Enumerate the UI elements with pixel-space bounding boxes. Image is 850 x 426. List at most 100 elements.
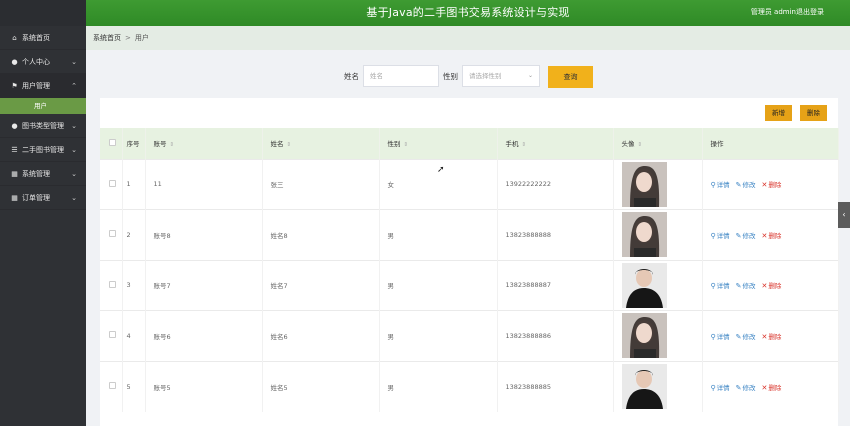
row-delete-button[interactable]: ✕删除 [762,230,782,240]
row-checkbox[interactable] [109,382,116,389]
row-delete-button[interactable]: ✕删除 [762,382,782,392]
gender-select[interactable]: 请选择性别 ⌄ [462,65,540,87]
detail-button[interactable]: ⚲详情 [711,230,730,240]
row-checkbox-cell[interactable] [100,158,123,210]
sort-icon[interactable]: ⇕ [522,142,527,148]
search-bar: 姓名 姓名 性别 请选择性别 ⌄ 查询 [86,62,850,90]
sidebar-item-home[interactable]: ⌂ 系统首页 [0,26,86,50]
cell-avatar [613,209,703,260]
row-delete-button[interactable]: ✕删除 [762,331,782,341]
detail-button[interactable]: ⚲详情 [711,331,730,341]
table-row[interactable]: 5 账号5 姓名5 男 13823888885 ⚲详情 ✎修改 ✕删除 [100,360,839,412]
col-header-gender[interactable]: 性别 ⇕ [379,128,498,159]
search-icon: ⚲ [710,282,716,291]
cell-avatar [613,158,703,210]
sidebar-item-label: 图书类型管理 [22,122,64,130]
edit-button[interactable]: ✎修改 [736,382,756,392]
sidebar-item-label: 订单管理 [22,194,50,202]
sidebar-item-used-books[interactable]: ☰ 二手图书管理 ⌄ [0,138,86,162]
col-header-phone[interactable]: 手机 ⇕ [497,128,614,159]
row-checkbox[interactable] [109,280,116,288]
chevron-down-icon: ⌄ [71,122,77,130]
name-input[interactable]: 姓名 [363,65,439,87]
edit-button[interactable]: ✎修改 [736,331,756,341]
row-checkbox-cell[interactable] [100,209,123,260]
pencil-icon: ✎ [735,332,742,341]
chevron-down-icon: ⌄ [71,170,77,178]
chevron-up-icon: ⌃ [71,82,77,90]
collapse-tab[interactable]: ‹ [838,202,850,228]
cell-gender: 男 [379,310,498,361]
cell-actions: ⚲详情 ✎修改 ✕删除 [702,310,839,361]
cell-account: 账号5 [145,360,263,412]
col-header-account[interactable]: 账号 ⇕ [145,128,263,159]
col-header-name[interactable]: 姓名 ⇕ [262,128,380,159]
col-header-avatar[interactable]: 头像 ⇕ [613,128,703,159]
detail-button[interactable]: ⚲详情 [711,280,730,290]
row-checkbox-cell[interactable] [100,310,123,361]
cell-account: 账号6 [145,310,263,361]
col-header-actions: 操作 [702,128,839,159]
row-checkbox-cell[interactable] [100,360,123,412]
row-delete-button[interactable]: ✕删除 [762,280,782,290]
table-row[interactable]: 3 账号7 姓名7 男 13823888887 ⚲详情 ✎修改 ✕删除 [100,259,839,311]
delete-button[interactable]: 删除 [800,105,827,121]
chevron-down-icon: ⌄ [71,194,77,202]
search-icon: ⚲ [710,383,716,392]
cell-avatar [613,310,703,361]
breadcrumb-home[interactable]: 系统首页 [93,34,121,42]
detail-button[interactable]: ⚲详情 [711,382,730,392]
cell-index: 3 [122,259,146,311]
cell-phone: 13823888887 [497,259,614,311]
add-button[interactable]: 新增 [765,105,792,121]
avatar [621,364,702,409]
chevron-left-icon: ‹ [842,210,846,219]
person-icon: ● [11,122,18,130]
user-table: 序号 账号 ⇕ 姓名 ⇕ 性别 ⇕ 手机 ⇕ 头像 ⇕ 操作 1 11 张三女 13922222… [100,128,839,412]
sidebar-item-orders[interactable]: ▦ 订单管理 ⌄ [0,186,86,210]
row-checkbox[interactable] [109,230,116,238]
pencil-icon: ✎ [735,383,742,392]
select-all-checkbox-cell[interactable] [100,128,123,159]
search-icon: ⚲ [710,332,716,341]
search-icon: ⚲ [710,231,716,240]
row-delete-button[interactable]: ✕删除 [762,179,782,189]
sidebar-item-system[interactable]: ▦ 系统管理 ⌄ [0,162,86,186]
table-row[interactable]: 1 11 张三女 13922222222 ⚲详情 ✎修改 ✕删除 [100,158,839,210]
sidebar-item-book-type[interactable]: ● 图书类型管理 ⌄ [0,114,86,138]
table-row[interactable]: 4 账号6 姓名6 男 13823888886 ⚲详情 ✎修改 ✕删除 [100,310,839,361]
pencil-icon: ✎ [735,231,742,240]
sidebar-item-user-management[interactable]: ⚑ 用户管理 ⌃ [0,74,86,98]
logout-link[interactable]: 退出登录 [796,0,824,24]
cell-actions: ⚲详情 ✎修改 ✕删除 [702,259,839,311]
name-placeholder: 姓名 [370,72,383,80]
row-checkbox[interactable] [109,179,116,187]
avatar [621,313,702,359]
sort-icon[interactable]: ⇕ [287,142,292,148]
select-all-checkbox[interactable] [109,138,116,146]
search-icon: ⚲ [710,181,716,190]
table-row[interactable]: 2 账号8 姓名8 男 13823888888 ⚲详情 ✎修改 ✕删除 [100,209,839,260]
sort-icon[interactable]: ⇕ [404,142,409,148]
row-checkbox[interactable] [109,331,116,339]
sidebar-subitem-user[interactable]: 用户 [0,98,86,114]
sidebar-item-profile[interactable]: ● 个人中心 ⌄ [0,50,86,74]
sort-icon[interactable]: ⇕ [170,142,175,148]
cell-gender: 男 [379,360,498,412]
detail-button[interactable]: ⚲详情 [711,179,730,189]
gender-label: 性别 [443,72,458,81]
close-icon: ✕ [761,282,768,291]
edit-button[interactable]: ✎修改 [736,230,756,240]
cell-name: 姓名8 [262,209,380,260]
sidebar-logo-area [0,0,86,26]
home-icon: ⌂ [12,34,17,42]
edit-button[interactable]: ✎修改 [736,179,756,189]
edit-button[interactable]: ✎修改 [736,280,756,290]
row-checkbox-cell[interactable] [100,259,123,311]
search-button[interactable]: 查询 [548,66,593,88]
app-title: 基于Java的二手图书交易系统设计与实现 [366,6,570,19]
sort-icon[interactable]: ⇕ [638,142,643,148]
cell-gender: 男 [379,209,498,260]
cell-index: 2 [122,209,146,260]
breadcrumb-separator: > [125,34,131,42]
